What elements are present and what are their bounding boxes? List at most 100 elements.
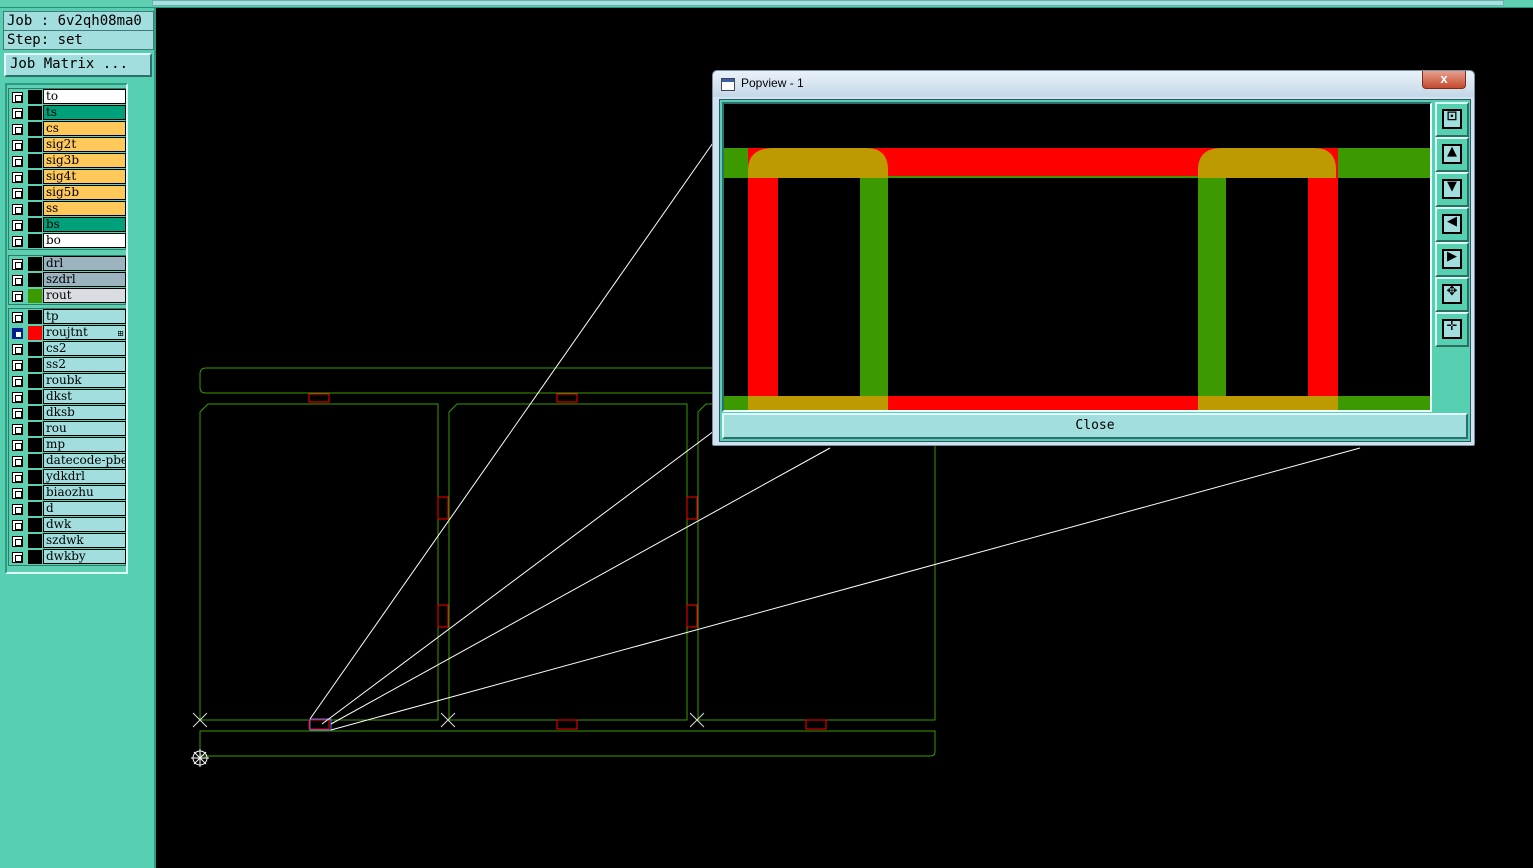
layer-name[interactable]: cs <box>43 121 126 136</box>
layer-row-dkst[interactable]: dkst <box>9 389 126 405</box>
layer-name[interactable]: dwk <box>43 517 126 532</box>
layer-checkbox[interactable] <box>12 328 23 339</box>
fit-button[interactable]: ⊡ <box>1435 102 1469 137</box>
layer-name[interactable]: drl <box>43 256 126 271</box>
layer-checkbox[interactable] <box>12 259 23 270</box>
layer-checkbox[interactable] <box>12 140 23 151</box>
layer-name[interactable]: ydkdrl <box>43 469 126 484</box>
layer-name[interactable]: datecode-pbe <box>43 453 126 468</box>
layer-row-rout[interactable]: rout <box>9 288 126 304</box>
layer-checkbox[interactable] <box>12 108 23 119</box>
pan-down-button[interactable]: ▼ <box>1435 172 1469 207</box>
layer-name[interactable]: rout <box>43 288 126 303</box>
layer-name[interactable]: ts <box>43 105 126 120</box>
layer-checkbox[interactable] <box>12 456 23 467</box>
layer-name[interactable]: biaozhu <box>43 485 126 500</box>
layer-name[interactable]: bs <box>43 217 126 232</box>
layer-checkbox[interactable] <box>12 172 23 183</box>
layer-name[interactable]: szdwk <box>43 533 126 548</box>
zoom-in-button[interactable]: ✛ <box>1435 312 1469 347</box>
layer-row-bo[interactable]: bo <box>9 233 126 249</box>
layer-row-szdwk[interactable]: szdwk <box>9 533 126 549</box>
layer-row-szdrl[interactable]: szdrl <box>9 272 126 288</box>
layer-name[interactable]: ss <box>43 201 126 216</box>
layer-checkbox[interactable] <box>12 92 23 103</box>
pan-up-button[interactable]: ▲ <box>1435 137 1469 172</box>
layer-name[interactable]: cs2 <box>43 341 126 356</box>
layer-row-cs2[interactable]: cs2 <box>9 341 126 357</box>
job-matrix-button[interactable]: Job Matrix ... <box>4 53 152 77</box>
layer-row-bs[interactable]: bs <box>9 217 126 233</box>
zoom-out-button[interactable]: ✥ <box>1435 277 1469 312</box>
layer-row-ydkdrl[interactable]: ydkdrl <box>9 469 126 485</box>
layer-checkbox[interactable] <box>12 376 23 387</box>
layer-name[interactable]: bo <box>43 233 126 248</box>
layer-name[interactable]: dwkby <box>43 549 126 564</box>
layer-row-sig2t[interactable]: sig2t <box>9 137 126 153</box>
layer-name[interactable]: dksb <box>43 405 126 420</box>
layer-row-cs[interactable]: cs <box>9 121 126 137</box>
layer-row-sig4t[interactable]: sig4t <box>9 169 126 185</box>
layer-name[interactable]: mp <box>43 437 126 452</box>
layer-row-roubk[interactable]: roubk <box>9 373 126 389</box>
layer-checkbox[interactable] <box>12 520 23 531</box>
layer-row-dwk[interactable]: dwk <box>9 517 126 533</box>
layer-row-d[interactable]: d <box>9 501 126 517</box>
pan-left-button[interactable]: ◀ <box>1435 207 1469 242</box>
pan-right-button[interactable]: ▶ <box>1435 242 1469 277</box>
layer-row-drl[interactable]: drl <box>9 256 126 272</box>
layer-row-to[interactable]: to <box>9 89 126 105</box>
layer-expand-icon[interactable]: ⊞ <box>117 327 124 339</box>
layer-name[interactable]: sig3b <box>43 153 126 168</box>
layer-row-dksb[interactable]: dksb <box>9 405 126 421</box>
layer-checkbox[interactable] <box>12 408 23 419</box>
layer-checkbox[interactable] <box>12 312 23 323</box>
layer-checkbox[interactable] <box>12 360 23 371</box>
layer-checkbox[interactable] <box>12 236 23 247</box>
layer-row-ss[interactable]: ss <box>9 201 126 217</box>
layer-checkbox[interactable] <box>12 504 23 515</box>
popview-zoom-view[interactable] <box>722 102 1432 412</box>
layer-checkbox[interactable] <box>12 552 23 563</box>
layer-row-datecode-pbe[interactable]: datecode-pbe <box>9 453 126 469</box>
layer-checkbox[interactable] <box>12 188 23 199</box>
layer-name[interactable]: rou <box>43 421 126 436</box>
layer-checkbox[interactable] <box>12 204 23 215</box>
layer-row-rou[interactable]: rou <box>9 421 126 437</box>
layer-checkbox[interactable] <box>12 488 23 499</box>
layer-name[interactable]: ss2 <box>43 357 126 372</box>
layer-checkbox[interactable] <box>12 220 23 231</box>
layer-name[interactable]: sig2t <box>43 137 126 152</box>
layer-row-mp[interactable]: mp <box>9 437 126 453</box>
close-button[interactable]: Close <box>722 413 1468 439</box>
layer-checkbox[interactable] <box>12 344 23 355</box>
layer-checkbox[interactable] <box>12 275 23 286</box>
layer-checkbox[interactable] <box>12 124 23 135</box>
layer-row-biaozhu[interactable]: biaozhu <box>9 485 126 501</box>
layer-row-roujtnt[interactable]: roujtnt ⊞ <box>9 325 126 341</box>
layer-name[interactable]: tp <box>43 309 126 324</box>
layer-row-ss2[interactable]: ss2 <box>9 357 126 373</box>
layer-checkbox[interactable] <box>12 291 23 302</box>
layer-row-tp[interactable]: tp <box>9 309 126 325</box>
layer-checkbox[interactable] <box>12 536 23 547</box>
layer-checkbox[interactable] <box>12 156 23 167</box>
layer-name[interactable]: szdrl <box>43 272 126 287</box>
layer-row-sig5b[interactable]: sig5b <box>9 185 126 201</box>
layer-row-ts[interactable]: ts <box>9 105 126 121</box>
layer-row-sig3b[interactable]: sig3b <box>9 153 126 169</box>
window-close-icon[interactable]: x <box>1422 71 1466 89</box>
layer-checkbox[interactable] <box>12 472 23 483</box>
layer-checkbox[interactable] <box>12 424 23 435</box>
layer-name[interactable]: dkst <box>43 389 126 404</box>
layer-checkbox[interactable] <box>12 392 23 403</box>
layer-name[interactable]: to <box>43 89 126 104</box>
layer-checkbox[interactable] <box>12 440 23 451</box>
layer-name[interactable]: sig4t <box>43 169 126 184</box>
popview-titlebar[interactable]: Popview - 1 x <box>713 71 1474 97</box>
layer-name[interactable]: roujtnt ⊞ <box>43 325 126 340</box>
layer-name[interactable]: roubk <box>43 373 126 388</box>
layer-row-dwkby[interactable]: dwkby <box>9 549 126 565</box>
layer-name[interactable]: sig5b <box>43 185 126 200</box>
layer-name[interactable]: d <box>43 501 126 516</box>
